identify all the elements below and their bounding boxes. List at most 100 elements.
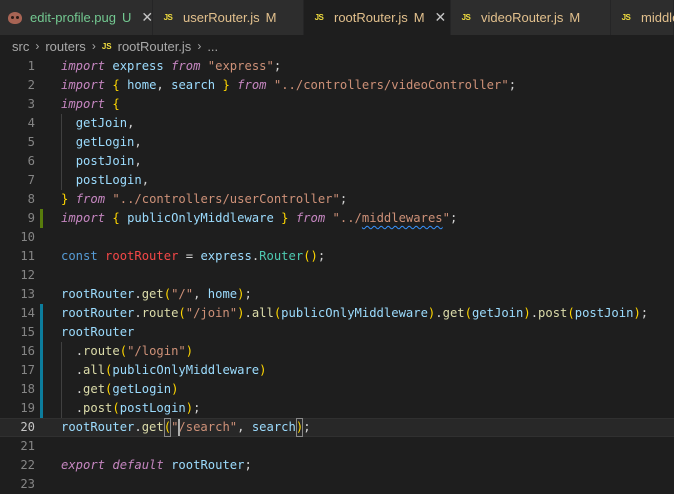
tab-middlewares-js[interactable]: JS middlewares.js: [611, 0, 674, 35]
code-line[interactable]: 12: [0, 266, 674, 285]
tab-videorouter-js[interactable]: JSvideoRouter.jsM✕: [451, 0, 611, 35]
code-line[interactable]: 5 getLogin,: [0, 133, 674, 152]
code-line[interactable]: 3 import {: [0, 95, 674, 114]
line-number: 10: [20, 230, 35, 244]
code-line[interactable]: 16 .route("/login"): [0, 342, 674, 361]
line-number: 12: [20, 268, 35, 282]
js-icon: JS: [619, 11, 633, 25]
breadcrumb-item[interactable]: ...: [207, 39, 218, 54]
code-line[interactable]: 22 export default rootRouter;: [0, 456, 674, 475]
token: middlewares: [361, 211, 443, 225]
code-text: rootRouter.get("/", home);: [61, 285, 252, 304]
token: home: [207, 287, 238, 301]
token: import: [61, 59, 106, 73]
code-line[interactable]: 20 rootRouter.get("/search", search);: [0, 418, 674, 437]
code-line[interactable]: 18 .get(getLogin): [0, 380, 674, 399]
tab-userrouter-js[interactable]: JSuserRouter.jsM✕: [153, 0, 304, 35]
git-modified-marker[interactable]: [40, 380, 43, 399]
git-added-marker[interactable]: [40, 209, 43, 228]
token: .: [435, 306, 443, 320]
code-line[interactable]: 4 getJoin,: [0, 114, 674, 133]
token: postJoin: [574, 306, 634, 320]
token: ,: [134, 135, 142, 149]
token: express: [200, 249, 252, 263]
breadcrumb-item[interactable]: rootRouter.js: [118, 39, 192, 54]
token: ;: [303, 420, 311, 434]
token: "/join": [185, 306, 238, 320]
git-modified-marker[interactable]: [40, 342, 43, 361]
breadcrumb-item[interactable]: src: [12, 39, 29, 54]
code-line[interactable]: 6 postJoin,: [0, 152, 674, 171]
code-line[interactable]: 7 postLogin,: [0, 171, 674, 190]
code-line[interactable]: 9 import { publicOnlyMiddleware } from ".…: [0, 209, 674, 228]
code-line[interactable]: 1 import express from "express";: [0, 57, 674, 76]
code-text: rootRouter.get("/search", search);: [61, 418, 311, 437]
token: (: [112, 401, 120, 415]
line-number: 18: [20, 382, 35, 396]
breadcrumb-item[interactable]: routers: [45, 39, 85, 54]
token: ": [442, 211, 450, 225]
token: .: [530, 306, 539, 320]
code-line[interactable]: 23: [0, 475, 674, 494]
code-line[interactable]: 17 .all(publicOnlyMiddleware): [0, 361, 674, 380]
token: (: [163, 287, 172, 301]
token: .: [75, 363, 84, 377]
close-icon[interactable]: ✕: [141, 9, 153, 26]
token: home: [127, 78, 157, 92]
token: all: [251, 306, 274, 320]
line-number: 14: [20, 306, 35, 320]
code-text: import express from "express";: [61, 57, 281, 76]
code-line[interactable]: 19 .post(postLogin);: [0, 399, 674, 418]
token: route: [83, 344, 120, 358]
git-modified-marker[interactable]: [40, 399, 43, 418]
code-text: .all(publicOnlyMiddleware): [61, 361, 267, 380]
close-icon[interactable]: ✕: [435, 9, 447, 26]
git-modified-marker[interactable]: [40, 304, 43, 323]
tab-rootrouter-js[interactable]: JS rootRouter.js M ✕: [304, 0, 451, 35]
line-number: 7: [27, 173, 35, 187]
token: ,: [141, 173, 150, 187]
code-text: rootRouter.route("/join").all(publicOnly…: [61, 304, 648, 323]
git-status-badge: U: [122, 10, 132, 25]
pug-face: [8, 11, 22, 24]
token: ;: [193, 401, 201, 415]
code-line[interactable]: 14 rootRouter.route("/join").all(publicOn…: [0, 304, 674, 323]
code-line[interactable]: 10: [0, 228, 674, 247]
line-number: 19: [20, 401, 35, 415]
token: {: [112, 97, 120, 111]
token: .: [75, 344, 84, 358]
token: rootRouter: [61, 325, 135, 339]
code-line[interactable]: 11 const rootRouter = express.Router();: [0, 247, 674, 266]
token: from: [75, 192, 106, 206]
code-line[interactable]: 13 rootRouter.get("/", home);: [0, 285, 674, 304]
token: postJoin: [75, 154, 135, 168]
tab-label: rootRouter.js: [334, 10, 408, 25]
code-line[interactable]: 21: [0, 437, 674, 456]
code-editor[interactable]: 1 import express from "express"; 2 import {…: [0, 57, 674, 491]
git-modified-marker[interactable]: [40, 361, 43, 380]
code-line[interactable]: 15 rootRouter: [0, 323, 674, 342]
git-modified-marker[interactable]: [40, 323, 43, 342]
code-line[interactable]: 8} from "../controllers/userController";: [0, 190, 674, 209]
token: .: [75, 401, 84, 415]
code-text: getJoin,: [61, 114, 135, 133]
token: getJoin: [471, 306, 524, 320]
editor-tab-bar: edit-profile.pug U ✕ JS userRouter.js M ✕ JS roo…: [0, 0, 674, 36]
token: ): [185, 344, 194, 358]
tab-edit-profile-pug[interactable]: edit-profile.pug U ✕: [0, 0, 153, 35]
code-text: .post(postLogin);: [61, 399, 201, 418]
token: search: [171, 78, 216, 92]
code-text: export default rootRouter;: [61, 456, 252, 475]
token: get: [141, 420, 164, 434]
token: express: [112, 59, 164, 73]
code-line[interactable]: 2 import { home, search } from "../contro…: [0, 76, 674, 95]
indent-guide: [61, 114, 62, 190]
token: }: [222, 78, 230, 92]
